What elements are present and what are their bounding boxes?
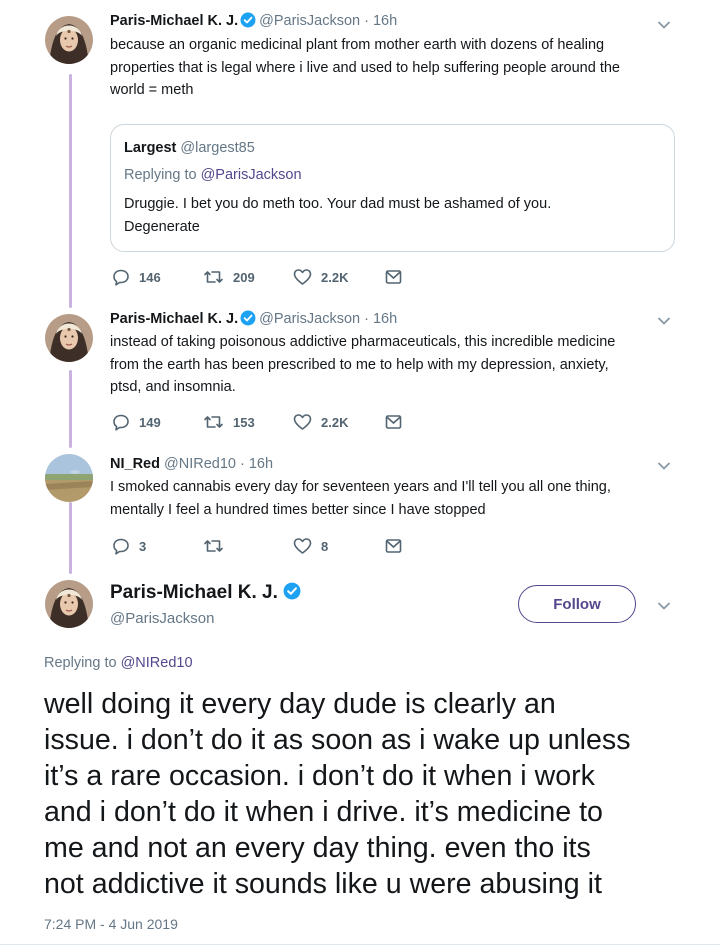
follow-button[interactable]: Follow <box>518 585 636 623</box>
retweet-icon <box>204 416 223 428</box>
heart-icon <box>293 414 312 430</box>
author-handle[interactable]: @ParisJackson · 16h <box>259 13 397 29</box>
dm-button[interactable] <box>385 414 411 430</box>
replying-to-link[interactable]: @ParisJackson <box>201 167 302 183</box>
text-line: instead of taking poisonous addictive ph… <box>110 334 616 350</box>
quote-text: Druggie. I bet you do meth too. Your dad… <box>124 193 551 238</box>
envelope-icon <box>385 415 402 429</box>
retweet-icon <box>204 271 223 283</box>
author-name[interactable]: Paris-Michael K. J. <box>110 311 238 327</box>
like-button[interactable]: 2.2K <box>293 413 348 431</box>
quote-replying-to: Replying to @ParisJackson <box>124 167 302 183</box>
text-line: Degenerate <box>124 218 200 235</box>
like-count: 2.2K <box>321 269 349 285</box>
retweet-count: 209 <box>233 269 255 285</box>
tweet-header: Paris-Michael K. J. @ParisJackson · 16h <box>110 12 397 32</box>
avatar[interactable] <box>45 454 93 502</box>
text-line: issue. i don’t do it as soon as i wake u… <box>44 724 631 756</box>
heart-icon <box>293 538 312 554</box>
tweet-header: NI_Red @NIRed10 · 16h <box>110 456 273 472</box>
quote-header: Largest @largest85 <box>124 140 255 156</box>
chevron-down-icon[interactable] <box>657 461 671 471</box>
retweet-button[interactable]: 153 <box>203 413 255 431</box>
reply-button[interactable]: 3 <box>112 537 146 555</box>
main-author: Paris-Michael K. J. <box>110 582 304 605</box>
tweet-text: instead of taking poisonous addictive ph… <box>110 331 615 399</box>
quote-author-handle: @largest85 <box>180 140 255 156</box>
avatar[interactable] <box>45 580 93 628</box>
like-count: 8 <box>321 538 329 554</box>
text-line: well doing it every day dude is clearly … <box>44 688 556 720</box>
replying-prefix: Replying to <box>124 167 201 183</box>
replying-to-link[interactable]: @NIRed10 <box>121 655 193 671</box>
reply-icon <box>113 414 129 431</box>
avatar[interactable] <box>45 314 93 362</box>
text-line: it’s a rare occasion. i don’t do it when… <box>44 760 595 792</box>
text-line: and i don’t do it when i drive. it’s med… <box>44 796 603 828</box>
divider <box>0 944 720 945</box>
thread-line <box>69 502 72 574</box>
author-name[interactable]: NI_Red <box>110 456 160 472</box>
text-line: Druggie. I bet you do meth too. Your dad… <box>124 196 552 212</box>
text-line: ptsd, and insomnia. <box>110 379 236 395</box>
text-line: mentally I feel a hundred times better s… <box>110 501 486 518</box>
tweet-text: because an organic medicinal plant from … <box>110 34 620 102</box>
replying-prefix: Replying to <box>44 655 121 671</box>
tweet-text: I smoked cannabis every day for seventee… <box>110 476 611 521</box>
author-handle[interactable]: @ParisJackson <box>110 610 214 627</box>
reply-count: 3 <box>139 538 147 554</box>
text-line: properties that is legal where i live an… <box>110 59 620 76</box>
envelope-icon <box>385 270 402 284</box>
chevron-down-icon[interactable] <box>657 316 671 326</box>
author-name[interactable]: Paris-Michael K. J. <box>110 13 238 29</box>
heart-icon <box>293 269 312 285</box>
reply-button[interactable]: 146 <box>112 268 161 286</box>
retweet-count: 153 <box>233 414 255 430</box>
avatar[interactable] <box>45 16 93 64</box>
chevron-down-icon[interactable] <box>657 20 671 30</box>
author-handle[interactable]: @NIRed10 · 16h <box>164 456 273 472</box>
thread-line <box>69 370 72 448</box>
retweet-button[interactable] <box>203 537 233 555</box>
main-tweet-text: well doing it every day dude is clearly … <box>44 686 684 902</box>
like-count: 2.2K <box>321 414 349 430</box>
thread-line <box>69 74 72 308</box>
text-line: me and not an every day thing. even tho … <box>44 832 591 864</box>
tweet-header: Paris-Michael K. J. @ParisJackson · 16h <box>110 310 397 330</box>
main-replying-to: Replying to @NIRed10 <box>44 655 193 671</box>
text-line: I smoked cannabis every day for seventee… <box>110 479 611 495</box>
dm-button[interactable] <box>385 538 411 554</box>
quote-author-name: Largest <box>124 140 177 156</box>
dm-button[interactable] <box>385 269 411 285</box>
reply-button[interactable]: 149 <box>112 413 161 431</box>
text-line: not addictive it sounds like u were abus… <box>44 868 602 900</box>
reply-count: 146 <box>139 269 161 285</box>
timestamp[interactable]: 7:24 PM - 4 Jun 2019 <box>44 916 178 932</box>
text-line: because an organic medicinal plant from … <box>110 37 605 53</box>
verified-badge-icon <box>240 310 256 330</box>
like-button[interactable]: 8 <box>293 537 328 555</box>
text-line: from the earth has been prescribed to me… <box>110 356 609 373</box>
envelope-icon <box>385 539 402 553</box>
chevron-down-icon[interactable] <box>657 601 671 611</box>
author-handle[interactable]: @ParisJackson · 16h <box>259 311 397 327</box>
reply-icon <box>113 269 129 286</box>
reply-icon <box>113 538 129 555</box>
reply-count: 149 <box>139 414 161 430</box>
retweet-button[interactable]: 209 <box>203 268 255 286</box>
author-name[interactable]: Paris-Michael K. J. <box>110 582 278 603</box>
like-button[interactable]: 2.2K <box>293 268 348 286</box>
verified-badge-icon <box>240 12 256 32</box>
text-line: world = meth <box>110 82 194 98</box>
verified-badge-icon <box>283 582 301 605</box>
retweet-icon <box>204 540 223 552</box>
